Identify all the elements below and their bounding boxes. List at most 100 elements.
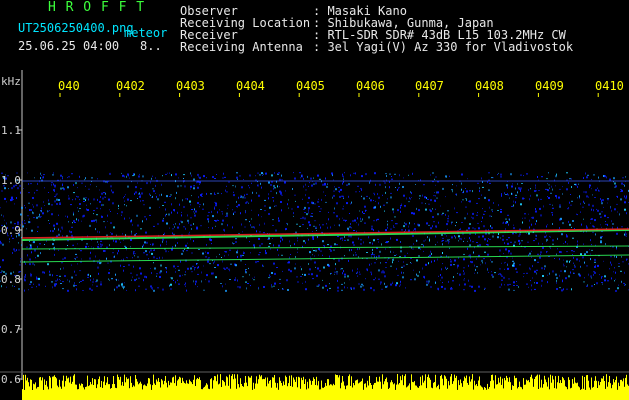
noise-pixel	[253, 226, 254, 228]
noise-pixel	[309, 251, 311, 254]
noise-pixel	[32, 211, 33, 213]
noise-pixel	[336, 244, 338, 246]
noise-pixel	[387, 198, 388, 200]
noise-pixel	[597, 187, 598, 189]
noise-floor-bar	[543, 384, 544, 400]
noise-pixel	[484, 196, 486, 199]
noise-pixel	[108, 198, 110, 201]
noise-pixel	[251, 226, 253, 228]
noise-pixel	[593, 226, 595, 228]
noise-floor-bar	[99, 376, 100, 400]
noise-pixel	[21, 206, 23, 209]
noise-pixel	[601, 211, 603, 213]
noise-floor-bar	[545, 379, 546, 400]
noise-pixel	[350, 226, 351, 228]
noise-floor-bar	[376, 377, 377, 400]
noise-pixel	[103, 250, 105, 252]
noise-pixel	[239, 286, 241, 289]
noise-pixel	[386, 175, 387, 177]
noise-pixel	[264, 210, 266, 212]
noise-pixel	[27, 254, 28, 257]
noise-floor-bar	[331, 384, 332, 400]
noise-pixel	[28, 202, 30, 204]
noise-floor-bar	[106, 382, 107, 400]
noise-pixel	[54, 196, 56, 198]
noise-pixel	[274, 187, 276, 189]
noise-pixel	[225, 189, 226, 192]
noise-floor-bar	[455, 377, 456, 400]
noise-pixel	[132, 276, 133, 278]
noise-pixel	[211, 210, 212, 213]
noise-floor-bar	[161, 379, 162, 400]
noise-pixel	[77, 263, 78, 265]
noise-pixel	[82, 279, 84, 281]
noise-pixel	[56, 222, 58, 225]
noise-pixel	[442, 282, 443, 284]
noise-floor-bar	[396, 384, 397, 400]
noise-pixel	[30, 281, 32, 284]
noise-floor-bar	[112, 384, 113, 400]
noise-pixel	[338, 260, 340, 262]
noise-floor-bar	[541, 379, 542, 400]
noise-pixel	[304, 273, 306, 276]
noise-pixel	[110, 232, 111, 233]
noise-pixel	[492, 211, 493, 213]
noise-floor-bar	[98, 379, 99, 400]
noise-pixel	[214, 220, 216, 221]
noise-pixel	[60, 230, 61, 233]
noise-pixel	[150, 194, 151, 196]
noise-floor-bar	[534, 379, 535, 400]
noise-pixel	[512, 260, 514, 262]
noise-pixel	[459, 238, 461, 240]
noise-pixel	[138, 277, 140, 279]
noise-pixel	[577, 214, 578, 216]
noise-pixel	[118, 208, 119, 210]
noise-pixel	[607, 223, 608, 226]
noise-pixel	[382, 194, 383, 196]
noise-pixel	[442, 252, 443, 254]
noise-pixel	[254, 226, 255, 229]
noise-pixel	[179, 203, 180, 206]
noise-pixel	[546, 234, 547, 237]
noise-pixel	[156, 275, 157, 277]
noise-pixel	[366, 268, 368, 271]
noise-pixel	[566, 260, 568, 263]
noise-floor-bar	[366, 387, 367, 400]
noise-pixel	[520, 174, 522, 176]
noise-pixel	[463, 273, 465, 275]
noise-pixel	[55, 194, 57, 196]
noise-floor-bar	[61, 388, 62, 400]
noise-pixel	[198, 249, 200, 250]
noise-pixel	[347, 239, 349, 241]
noise-pixel	[567, 208, 569, 210]
noise-pixel	[83, 214, 85, 217]
noise-pixel	[205, 251, 206, 253]
noise-pixel	[16, 249, 17, 252]
noise-pixel	[464, 237, 465, 239]
noise-pixel	[371, 254, 373, 255]
noise-floor-bar	[513, 386, 514, 400]
noise-floor-bar	[471, 379, 472, 400]
noise-pixel	[131, 219, 132, 221]
noise-pixel	[605, 223, 607, 225]
noise-floor-bar	[324, 386, 325, 400]
noise-pixel	[80, 281, 82, 282]
noise-floor-bar	[267, 377, 268, 400]
noise-pixel	[185, 198, 187, 200]
noise-pixel	[143, 204, 145, 206]
noise-pixel	[534, 282, 535, 284]
noise-pixel	[242, 276, 244, 278]
noise-pixel	[415, 230, 416, 232]
noise-pixel	[411, 263, 412, 264]
noise-pixel	[88, 188, 90, 190]
noise-floor-bar	[415, 385, 416, 400]
noise-floor-bar	[181, 383, 182, 400]
noise-pixel	[396, 254, 397, 256]
noise-pixel	[431, 252, 432, 255]
noise-pixel	[595, 264, 596, 267]
noise-pixel	[308, 211, 309, 214]
noise-pixel	[625, 176, 626, 178]
noise-pixel	[547, 189, 549, 192]
noise-pixel	[593, 271, 595, 273]
noise-floor-bar	[154, 383, 155, 400]
